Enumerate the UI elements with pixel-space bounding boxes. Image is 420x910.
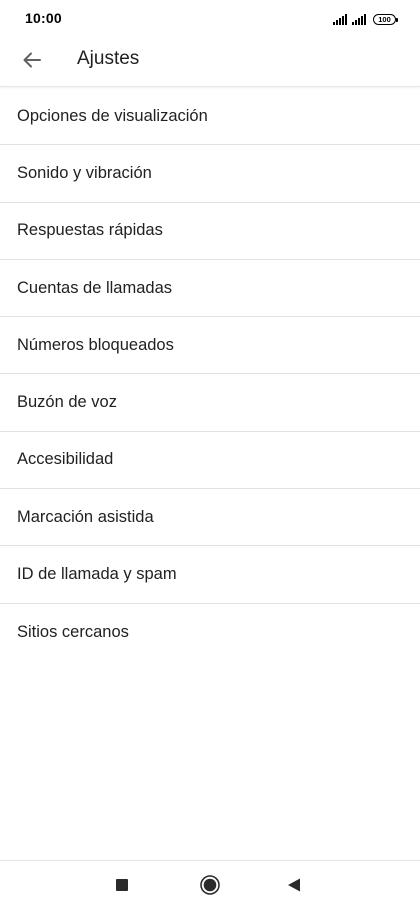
app-bar: Ajustes — [0, 34, 420, 87]
settings-item-caller-id-spam[interactable]: ID de llamada y spam — [0, 546, 420, 604]
battery-icon: 100 — [373, 14, 398, 25]
settings-item-nearby-places[interactable]: Sitios cercanos — [0, 604, 420, 661]
settings-item-voicemail[interactable]: Buzón de voz — [0, 374, 420, 432]
settings-item-label: Marcación asistida — [17, 507, 154, 526]
settings-item-quick-responses[interactable]: Respuestas rápidas — [0, 203, 420, 260]
settings-item-label: Cuentas de llamadas — [17, 278, 173, 297]
battery-level: 100 — [378, 15, 391, 24]
circle-icon — [200, 875, 220, 895]
status-icons: 100 — [333, 11, 398, 25]
signal-strength-icon — [333, 14, 347, 25]
back-button[interactable] — [12, 40, 52, 80]
settings-item-label: Números bloqueados — [17, 335, 174, 354]
settings-item-accessibility[interactable]: Accesibilidad — [0, 432, 420, 490]
recents-button[interactable] — [110, 873, 134, 897]
arrow-left-icon — [23, 52, 41, 68]
navigation-bar — [0, 860, 420, 910]
triangle-left-icon — [288, 878, 300, 892]
settings-item-sound-vibration[interactable]: Sonido y vibración — [0, 145, 420, 203]
settings-item-label: ID de llamada y spam — [17, 565, 177, 584]
nav-back-button[interactable] — [282, 873, 306, 897]
settings-item-blocked-numbers[interactable]: Números bloqueados — [0, 317, 420, 375]
settings-item-label: Accesibilidad — [17, 450, 114, 469]
settings-screen: 10:00 100 Ajustes Opciones de visualizac… — [0, 0, 420, 910]
settings-item-label: Sitios cercanos — [17, 622, 129, 641]
settings-item-label: Opciones de visualización — [17, 106, 208, 125]
page-title: Ajustes — [77, 48, 140, 69]
settings-list: Opciones de visualización Sonido y vibra… — [0, 88, 420, 661]
home-button[interactable] — [198, 873, 222, 897]
signal-strength-icon-2 — [352, 14, 366, 25]
settings-item-assisted-dialing[interactable]: Marcación asistida — [0, 489, 420, 547]
square-icon — [116, 879, 128, 891]
settings-item-calling-accounts[interactable]: Cuentas de llamadas — [0, 260, 420, 318]
settings-item-label: Buzón de voz — [17, 393, 117, 412]
settings-item-display-options[interactable]: Opciones de visualización — [0, 88, 420, 146]
settings-item-label: Sonido y vibración — [17, 163, 152, 182]
settings-item-label: Respuestas rápidas — [17, 221, 163, 240]
status-time: 10:00 — [25, 10, 62, 26]
status-bar: 10:00 100 — [0, 0, 420, 34]
